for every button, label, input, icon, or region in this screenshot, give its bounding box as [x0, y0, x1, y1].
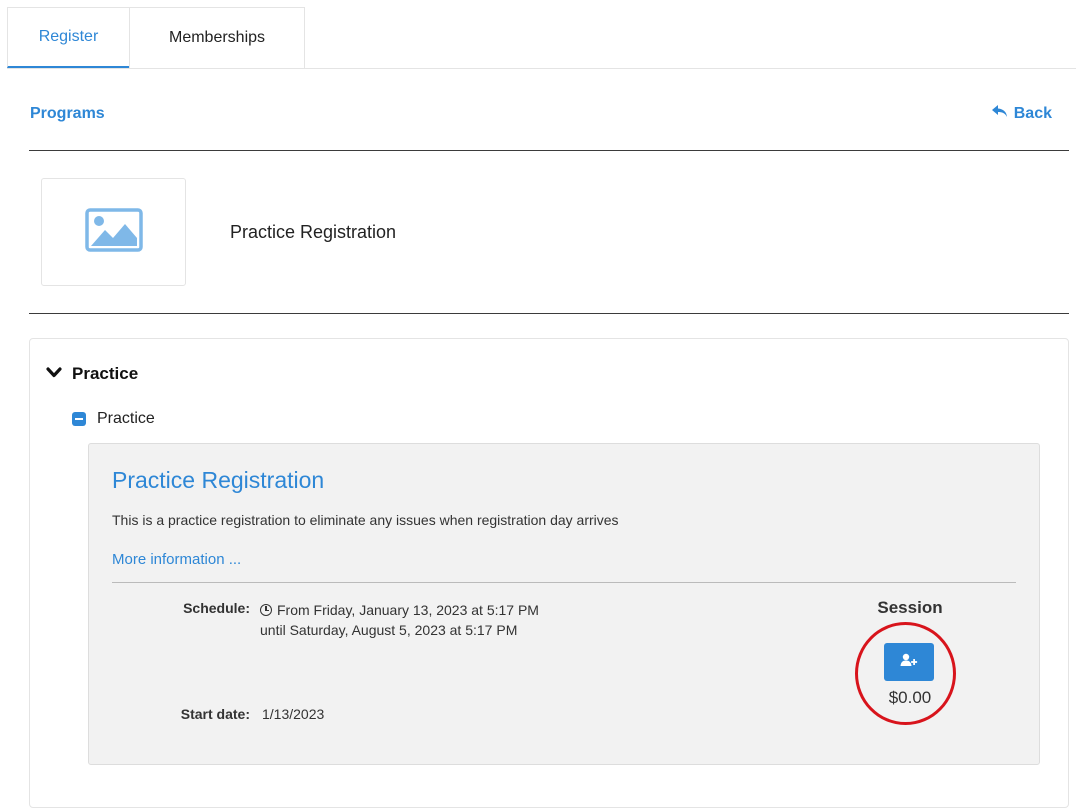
minus-square-icon — [72, 412, 86, 426]
more-information-link[interactable]: More information ... — [112, 551, 241, 568]
program-title[interactable]: Practice Registration — [230, 222, 396, 243]
session-price: $0.00 — [888, 688, 932, 707]
session-heading: Session — [877, 598, 943, 617]
divider — [112, 582, 1016, 583]
program-thumbnail[interactable] — [41, 178, 186, 286]
registration-title[interactable]: Practice Registration — [112, 467, 324, 494]
add-user-icon — [900, 653, 918, 672]
start-date-label: Start date: — [180, 706, 250, 722]
subgroup-label: Practice — [97, 410, 155, 427]
programs-link[interactable]: Programs — [30, 105, 105, 123]
chevron-down-icon — [46, 364, 62, 384]
start-date-value: 1/13/2023 — [262, 706, 325, 722]
back-label: Back — [1013, 105, 1052, 122]
schedule-label: Schedule: — [183, 600, 250, 616]
registration-description: This is a practice registration to elimi… — [112, 512, 619, 528]
reply-arrow-icon — [991, 105, 1008, 123]
back-link[interactable]: Back — [991, 105, 1052, 123]
clock-icon — [260, 604, 272, 616]
tab-register[interactable]: Register — [7, 7, 129, 68]
group-label: Practice — [72, 364, 139, 383]
add-user-button[interactable] — [884, 643, 934, 681]
divider — [29, 313, 1069, 314]
schedule-value: From Friday, January 13, 2023 at 5:17 PM… — [260, 600, 560, 640]
divider — [29, 150, 1069, 151]
image-placeholder-icon — [84, 207, 143, 257]
subgroup-toggle-practice[interactable]: Practice — [72, 410, 155, 428]
group-toggle-practice[interactable]: Practice — [46, 364, 138, 384]
schedule-text: From Friday, January 13, 2023 at 5:17 PM… — [260, 602, 539, 638]
tab-memberships[interactable]: Memberships — [129, 7, 305, 68]
tab-bar: Register Memberships — [7, 7, 1076, 69]
